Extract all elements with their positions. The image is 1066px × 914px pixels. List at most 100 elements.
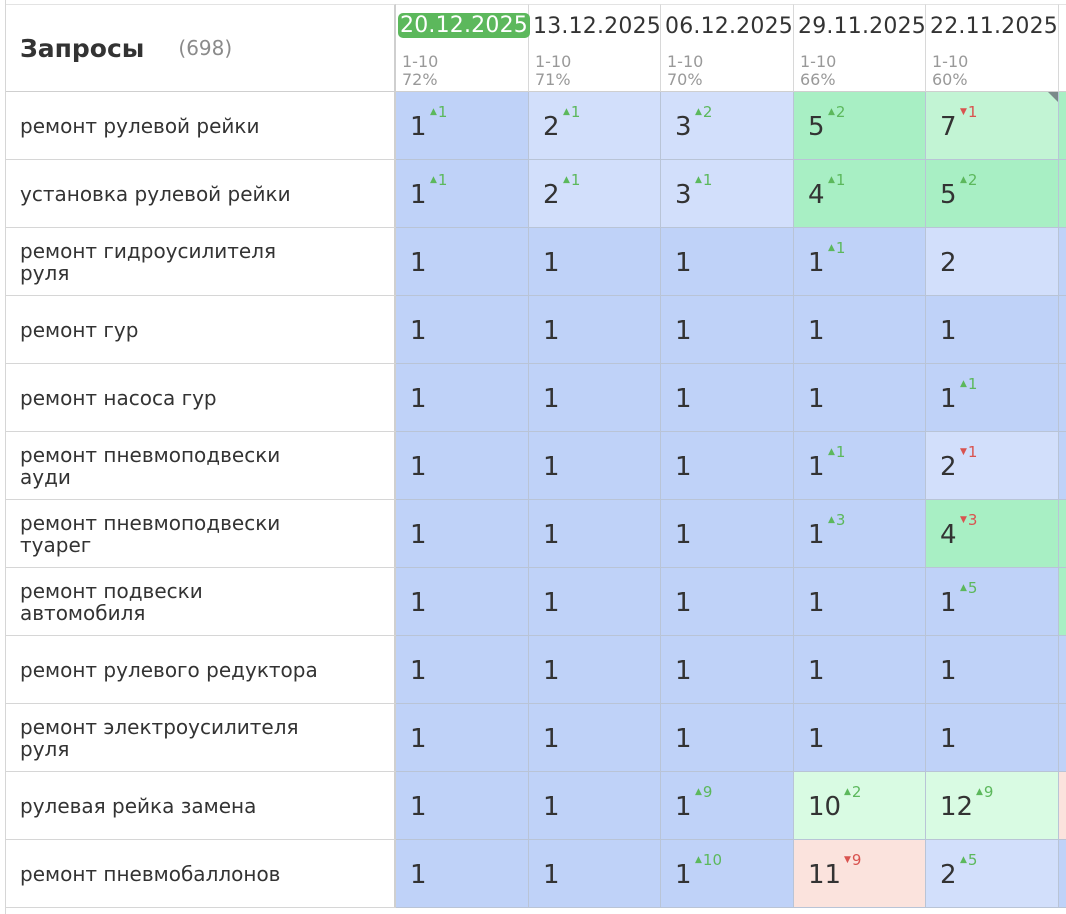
date-label[interactable]: 06.12.2025 <box>665 14 793 39</box>
position-cell[interactable]: 1 <box>794 568 926 636</box>
query-row-label[interactable]: ремонт пневмоподвески ауди <box>6 432 396 500</box>
position-cell[interactable]: 1 ▲1 <box>926 364 1059 432</box>
position-cell[interactable]: 3 ▲1 <box>661 160 794 228</box>
query-row-label[interactable]: ремонт гур <box>6 296 396 364</box>
position-cell[interactable]: 1 <box>926 296 1059 364</box>
position-cell[interactable]: 1 <box>396 840 529 908</box>
position-value: 2 <box>940 248 957 278</box>
position-cell[interactable]: 1 ▲1 <box>396 92 529 160</box>
position-cell[interactable]: 2 ▲5 <box>926 840 1059 908</box>
position-cell[interactable]: 12 ▲9 <box>926 772 1059 840</box>
query-row-label[interactable]: ремонт пневмобаллонов <box>6 840 396 908</box>
position-value: 1 <box>410 316 427 346</box>
query-row-label[interactable]: ремонт электроусилителя руля <box>6 704 396 772</box>
position-cell[interactable]: 1 <box>926 704 1059 772</box>
position-cell[interactable]: 1 <box>529 228 661 296</box>
position-cell[interactable]: 1 <box>794 636 926 704</box>
position-cell[interactable]: 1 <box>396 364 529 432</box>
position-cell[interactable]: 1 <box>529 296 661 364</box>
date-column-header[interactable]: 06.12.2025 1-10 70% <box>661 4 794 92</box>
position-cell[interactable]: 1 <box>396 772 529 840</box>
query-row-label[interactable]: установка рулевой рейки <box>6 160 396 228</box>
position-cell[interactable]: 1 ▲1 <box>794 432 926 500</box>
position-cell[interactable]: 4 ▲1 <box>794 160 926 228</box>
query-row-label[interactable]: рулевая рейка замена <box>6 772 396 840</box>
delta-value: 1 <box>437 171 448 189</box>
position-cell[interactable]: 1 <box>529 568 661 636</box>
query-text: ремонт пневмобаллонов <box>20 861 281 886</box>
date-label[interactable]: 29.11.2025 <box>798 14 926 39</box>
position-cell[interactable]: 5 ▲2 <box>794 92 926 160</box>
position-cell[interactable]: 1 <box>661 636 794 704</box>
position-cell[interactable]: 1 <box>794 296 926 364</box>
position-cell[interactable]: 1 <box>529 500 661 568</box>
position-cell[interactable]: 3 ▲2 <box>661 92 794 160</box>
arrow-up-icon: ▲ <box>828 447 835 457</box>
position-cell[interactable]: 1 <box>661 364 794 432</box>
query-row-label[interactable]: ремонт рулевой рейки <box>6 92 396 160</box>
position-cell[interactable]: 1 <box>661 500 794 568</box>
position-cell[interactable]: 1 <box>396 636 529 704</box>
date-column-header[interactable]: 13.12.2025 1-10 71% <box>529 4 661 92</box>
position-cell[interactable]: 1 <box>529 364 661 432</box>
position-cell[interactable]: 2 ▲1 <box>529 160 661 228</box>
position-cell[interactable]: 1 ▲1 <box>396 160 529 228</box>
position-cell[interactable]: 1 ▲9 <box>661 772 794 840</box>
position-cell[interactable]: 1 <box>396 228 529 296</box>
position-cell[interactable]: 10 ▲2 <box>794 772 926 840</box>
query-row-label[interactable]: ремонт подвески автомобиля <box>6 568 396 636</box>
date-column-header[interactable]: 20.12.2025 1-10 72% <box>396 4 530 92</box>
position-cell[interactable]: 1 <box>529 840 661 908</box>
date-label[interactable]: 22.11.2025 <box>930 14 1058 39</box>
position-cell[interactable]: 1 <box>529 636 661 704</box>
position-cell[interactable]: 1 <box>396 568 529 636</box>
position-cell[interactable]: 1 <box>661 432 794 500</box>
position-cell[interactable]: 2 ▼1 <box>926 432 1059 500</box>
delta-value: 9 <box>702 783 713 801</box>
position-cell[interactable]: 1 <box>529 772 661 840</box>
position-cell[interactable]: 1 <box>926 636 1059 704</box>
query-row-label[interactable]: ремонт пневмоподвески туарег <box>6 500 396 568</box>
delta-value: 1 <box>967 103 978 121</box>
position-up-delta: ▲3 <box>828 512 845 528</box>
position-cell[interactable]: 1 <box>529 704 661 772</box>
position-cell[interactable]: 1 ▲1 <box>794 228 926 296</box>
position-cell[interactable]: 1 <box>661 568 794 636</box>
position-cell[interactable]: 7 ▼1 <box>926 92 1059 160</box>
queries-header[interactable]: Запросы (698) <box>6 4 396 92</box>
position-cell[interactable]: 1 <box>794 364 926 432</box>
position-cell[interactable]: 2 <box>926 228 1059 296</box>
date-column-header[interactable]: 22.11.2025 1-10 60% <box>926 4 1059 92</box>
top-percent-value: 70% <box>667 70 703 89</box>
delta-value: 3 <box>967 511 978 529</box>
position-cell[interactable]: 1 <box>661 228 794 296</box>
position-cell[interactable]: 1 <box>794 704 926 772</box>
position-cell[interactable]: 1 <box>661 296 794 364</box>
position-value: 1 <box>675 792 692 822</box>
query-text: ремонт электроусилителя руля <box>20 714 299 761</box>
query-row-label[interactable]: ремонт рулевого редуктора <box>6 636 396 704</box>
position-cell[interactable]: 1 <box>396 500 529 568</box>
position-cell[interactable]: 1 <box>529 432 661 500</box>
delta-value: 3 <box>835 511 846 529</box>
active-date-badge[interactable]: 20.12.2025 <box>398 13 530 38</box>
position-cell[interactable]: 4 ▼3 <box>926 500 1059 568</box>
position-cell[interactable]: 1 <box>661 704 794 772</box>
date-label[interactable]: 13.12.2025 <box>533 14 661 39</box>
position-value: 1 <box>675 316 692 346</box>
position-cell[interactable]: 1 ▲5 <box>926 568 1059 636</box>
position-cell[interactable]: 2 ▲1 <box>529 92 661 160</box>
top-percent-value: 66% <box>800 70 836 89</box>
position-cell[interactable]: 11 ▼9 <box>794 840 926 908</box>
position-up-delta: ▲1 <box>430 172 447 188</box>
position-cell[interactable]: 1 ▲10 <box>661 840 794 908</box>
position-cell[interactable]: 1 <box>396 296 529 364</box>
query-row-label[interactable]: ремонт насоса гур <box>6 364 396 432</box>
date-column-header[interactable]: 29.11.2025 1-10 66% <box>794 4 926 92</box>
query-row-label[interactable]: ремонт гидроусилителя руля <box>6 228 396 296</box>
arrow-down-icon: ▼ <box>960 447 967 457</box>
position-cell[interactable]: 1 <box>396 432 529 500</box>
position-cell[interactable]: 5 ▲2 <box>926 160 1059 228</box>
position-cell[interactable]: 1 ▲3 <box>794 500 926 568</box>
position-cell[interactable]: 1 <box>396 704 529 772</box>
